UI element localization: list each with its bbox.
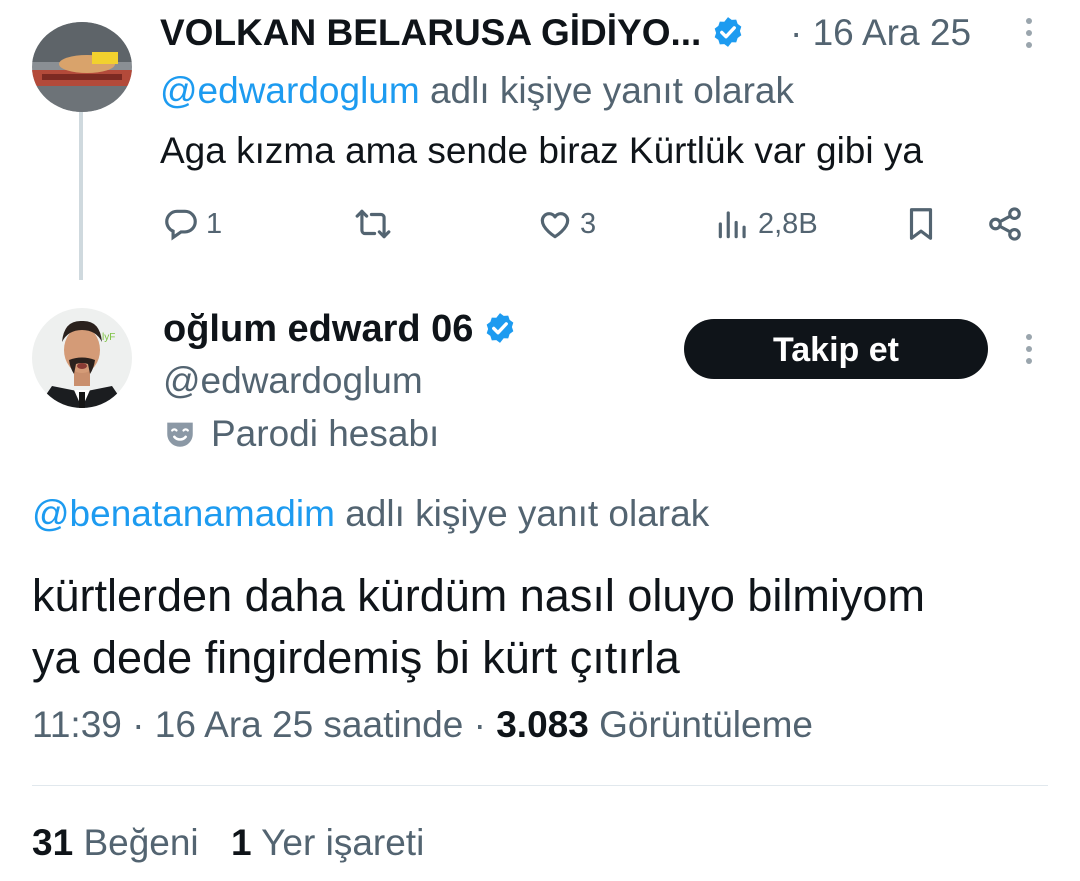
like-count: 3 [580,207,597,240]
tweet-time[interactable]: 11:39 [32,704,122,745]
main-author-name-text[interactable]: oğlum edward 06 [163,308,473,350]
thread-connector-line [79,112,83,280]
meta-separator: · [132,704,145,745]
views-total: 3.083 [496,704,589,745]
parody-mask-icon [167,422,193,447]
parent-date-text[interactable]: 16 Ara 25 [813,12,971,53]
views-label: Görüntüleme [599,704,813,745]
views-button[interactable]: 2,8B [714,205,818,243]
likes-label: Beğeni [83,822,199,863]
main-author-avatar[interactable]: lyF [32,308,132,408]
views-count: 2,8B [758,207,818,240]
reply-to-suffix: adlı kişiye yanıt olarak [429,70,794,111]
divider [32,785,1048,786]
parent-more-button[interactable] [1026,18,1036,54]
retweet-icon [355,209,391,239]
reply-to-link[interactable]: @benatanamadim [32,493,335,534]
more-vertical-icon [1026,334,1032,340]
bookmarks-total: 1 [230,822,252,863]
verified-badge-icon [715,17,742,47]
share-icon [989,207,1021,241]
main-more-button[interactable] [1026,334,1036,370]
parent-tweet-text: Aga kızma ama sende biraz Kürtlük var gi… [160,130,923,171]
date-separator: · [790,12,803,53]
views-icon [718,211,746,239]
bookmarks-stat[interactable]: 1 Yer işareti [231,822,424,863]
share-button[interactable] [986,205,1024,243]
main-reply-context: @benatanamadim adlı kişiye yanıt olarak [32,493,709,535]
tweet-date[interactable]: 16 Ara 25 saatinde [155,704,464,745]
parent-author-avatar[interactable] [32,22,132,112]
verified-badge-icon [487,313,514,343]
reply-to-link[interactable]: @edwardoglum [160,70,420,111]
engagement-stats: 31 Beğeni 1 Yer işareti [32,822,424,864]
follow-button[interactable]: Takip et [684,319,988,379]
bookmark-button[interactable] [902,205,940,243]
parent-date[interactable]: · 16 Ara 25 [790,12,971,54]
avatar-image: lyF [32,308,132,408]
main-author-name[interactable]: oğlum edward 06 [163,308,517,351]
meta-separator: · [473,704,486,745]
parent-author-name[interactable]: VOLKAN BELARUSA GİDİYO... [160,12,745,54]
reply-button[interactable]: 1 [162,205,222,243]
like-button[interactable]: 3 [536,205,596,243]
reply-count: 1 [206,207,223,240]
main-author-handle[interactable]: @edwardoglum [163,360,423,402]
bookmarks-label: Yer işareti [261,822,425,863]
more-vertical-icon [1026,18,1032,24]
reply-to-suffix: adlı kişiye yanıt olarak [345,493,710,534]
main-tweet-text: kürtlerden daha kürdüm nasıl oluyo bilmi… [32,565,1042,689]
tweet-meta: 11:39 · 16 Ara 25 saatinde · 3.083 Görün… [32,704,813,746]
reply-icon [165,209,197,241]
likes-stat[interactable]: 31 Beğeni [32,822,199,863]
main-tweet-text-line: kürtlerden daha kürdüm nasıl oluyo bilmi… [32,570,925,621]
bookmark-icon [909,208,933,240]
parent-author-name-text[interactable]: VOLKAN BELARUSA GİDİYO... [160,12,701,53]
heart-icon [540,212,570,239]
svg-text:lyF: lyF [102,332,115,343]
parody-label-text: Parodi hesabı [211,413,440,454]
avatar-image [32,22,132,112]
likes-total: 31 [32,822,74,863]
parent-reply-context: @edwardoglum adlı kişiye yanıt olarak [160,70,794,112]
parody-label: Parodi hesabı [163,413,439,455]
retweet-button[interactable] [354,205,398,243]
main-tweet-text-line: ya dede fingirdemiş bi kürt çıtırla [32,632,680,683]
